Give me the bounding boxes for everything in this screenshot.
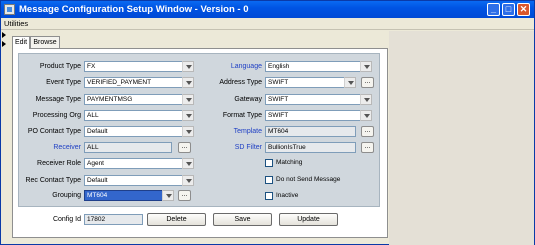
maximize-button[interactable]: □ <box>502 3 515 16</box>
minimize-button[interactable]: _ <box>487 3 500 16</box>
processing-org-select[interactable]: ALL <box>84 110 183 121</box>
grouping-select[interactable]: MT604 <box>84 190 172 201</box>
language-select[interactable]: English <box>265 61 361 72</box>
inactive-checkbox[interactable] <box>265 192 273 200</box>
tab-browse[interactable]: Browse <box>30 36 60 48</box>
message-type-select[interactable]: PAYMENTMSG <box>84 94 183 105</box>
receiver-label[interactable]: Receiver <box>19 142 81 153</box>
expand-arrow-icon[interactable] <box>2 41 6 47</box>
matching-label: Matching <box>276 159 303 166</box>
chevron-down-icon[interactable] <box>182 94 194 105</box>
inactive-label: Inactive <box>276 192 299 199</box>
config-id-field: 17802 <box>84 214 143 225</box>
delete-button[interactable]: Delete <box>147 213 206 226</box>
app-icon <box>4 4 15 15</box>
chevron-down-icon[interactable] <box>360 94 372 105</box>
empty-workspace <box>389 31 534 245</box>
po-contact-type-label: PO Contact Type <box>27 128 81 135</box>
chevron-down-icon[interactable] <box>182 77 194 88</box>
sd-filter-field[interactable]: BullionIsTrue <box>265 142 356 153</box>
chevron-down-icon[interactable] <box>182 110 194 121</box>
address-type-select[interactable]: SWIFT <box>265 77 349 88</box>
update-button[interactable]: Update <box>279 213 338 226</box>
chevron-down-icon[interactable] <box>360 110 372 121</box>
chevron-down-icon[interactable] <box>162 190 174 201</box>
chevron-down-icon[interactable] <box>182 158 194 169</box>
po-contact-type-select[interactable]: Default <box>84 126 183 137</box>
chevron-down-icon[interactable] <box>182 126 194 137</box>
collapse-arrow-icon[interactable] <box>2 32 6 38</box>
window-title: Message Configuration Setup Window - Ver… <box>19 4 249 15</box>
format-type-select[interactable]: SWIFT <box>265 110 361 121</box>
rec-contact-type-select[interactable]: Default <box>84 175 183 186</box>
rec-contact-type-label: Rec Contact Type <box>25 177 81 184</box>
sd-filter-browse-button[interactable]: ... <box>361 142 374 153</box>
matching-checkbox[interactable] <box>265 159 273 167</box>
title-bar: Message Configuration Setup Window - Ver… <box>1 1 534 18</box>
chevron-down-icon[interactable] <box>344 77 356 88</box>
product-type-select[interactable]: FX <box>84 61 183 72</box>
grouping-browse-button[interactable]: ... <box>178 190 191 201</box>
application-window: Message Configuration Setup Window - Ver… <box>0 0 535 245</box>
address-type-label: Address Type <box>219 79 262 86</box>
tab-edit[interactable]: Edit <box>12 36 30 49</box>
processing-org-label: Processing Org <box>32 112 81 119</box>
message-type-label: Message Type <box>35 96 81 103</box>
gateway-select[interactable]: SWIFT <box>265 94 361 105</box>
template-browse-button[interactable]: ... <box>361 126 374 137</box>
close-button[interactable]: ✕ <box>517 3 530 16</box>
grouping-label: Grouping <box>52 192 81 199</box>
do-not-send-label: Do not Send Message <box>276 176 341 183</box>
language-label[interactable]: Language <box>197 61 262 72</box>
chevron-down-icon[interactable] <box>182 61 194 72</box>
product-type-label: Product Type <box>39 63 81 70</box>
template-label[interactable]: Template <box>197 126 262 137</box>
format-type-label: Format Type <box>222 112 262 119</box>
chevron-down-icon[interactable] <box>360 61 372 72</box>
gateway-label: Gateway <box>234 96 262 103</box>
receiver-browse-button[interactable]: ... <box>178 142 191 153</box>
event-type-label: Event Type <box>46 79 81 86</box>
receiver-role-select[interactable]: Agent <box>84 158 183 169</box>
receiver-role-label: Receiver Role <box>37 160 81 167</box>
template-field[interactable]: MT604 <box>265 126 356 137</box>
address-type-browse-button[interactable]: ... <box>361 77 374 88</box>
do-not-send-checkbox[interactable] <box>265 176 273 184</box>
config-id-label: Config Id <box>52 216 81 223</box>
sd-filter-label[interactable]: SD Filter <box>197 142 262 153</box>
receiver-field[interactable]: ALL <box>84 142 172 153</box>
save-button[interactable]: Save <box>213 213 272 226</box>
event-type-select[interactable]: VERIFIED_PAYMENT <box>84 77 183 88</box>
menu-bar: Utilities <box>1 18 534 30</box>
menu-utilities[interactable]: Utilities <box>4 19 28 28</box>
chevron-down-icon[interactable] <box>182 175 194 186</box>
